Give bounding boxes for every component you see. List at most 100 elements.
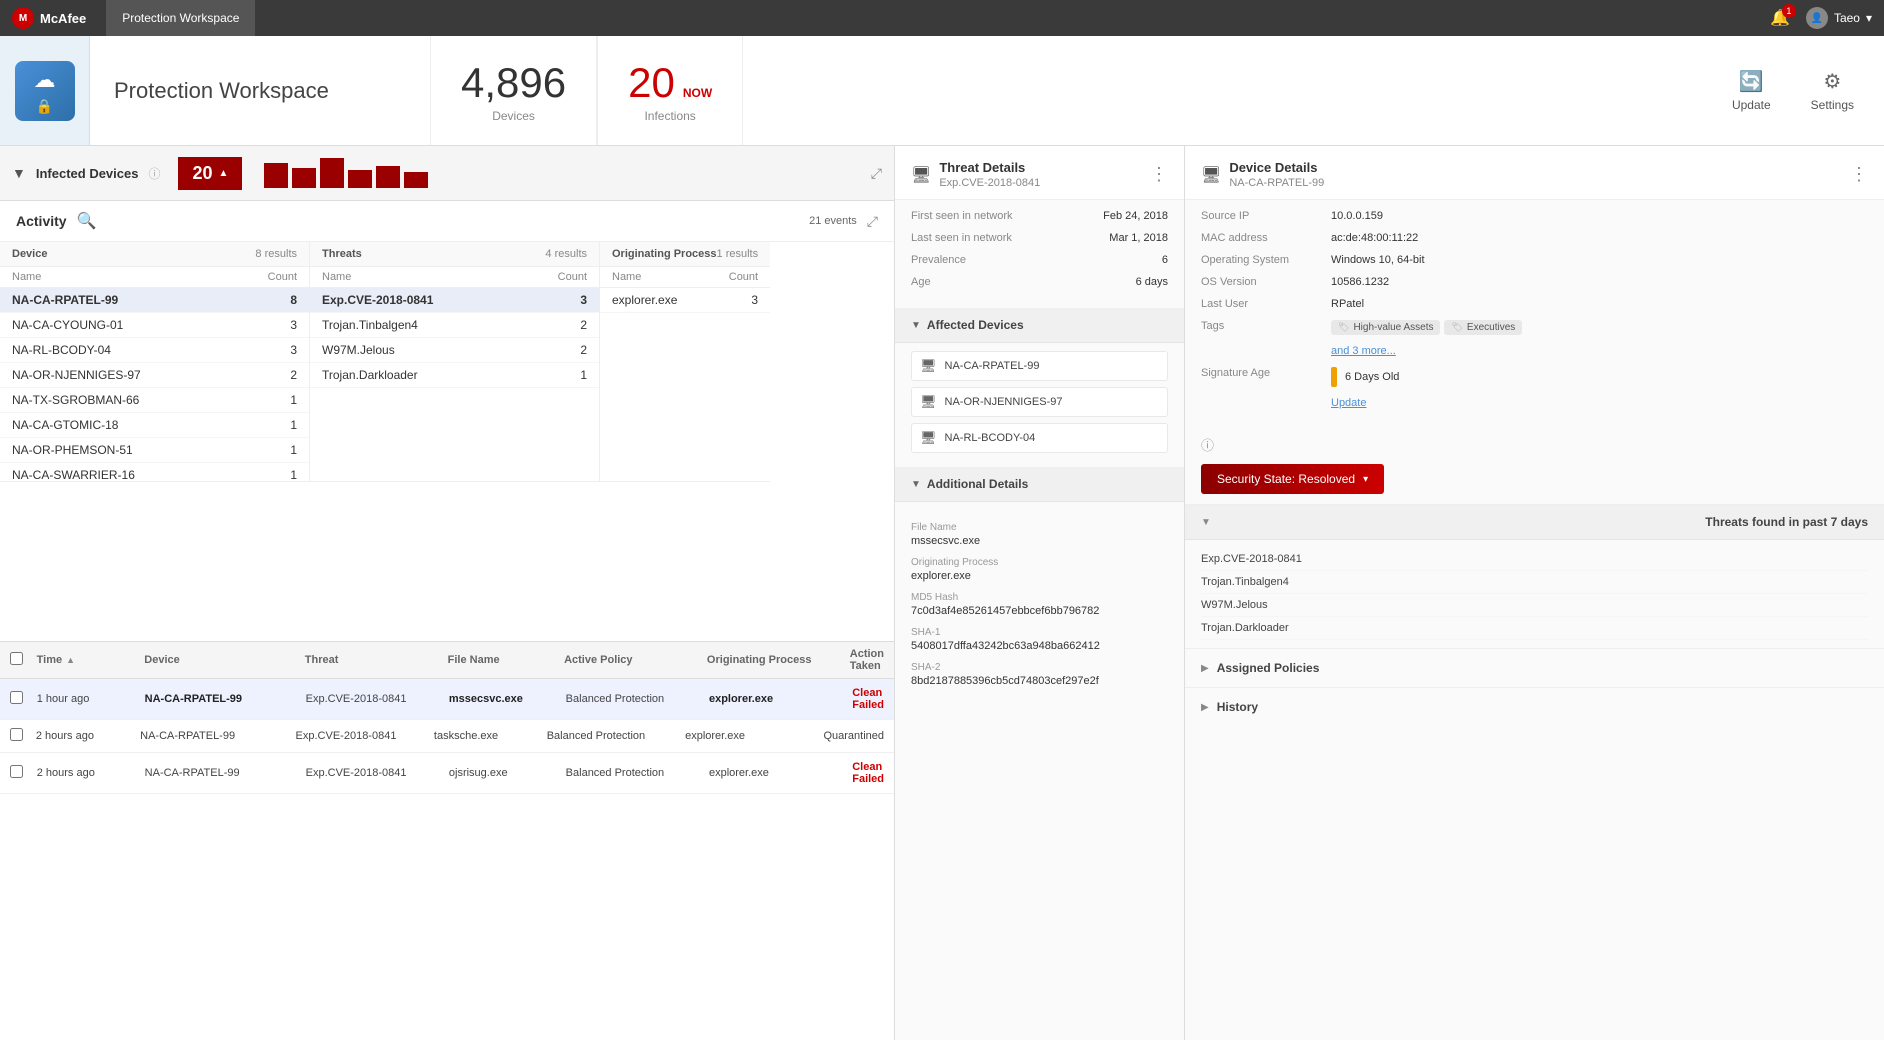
sig-age-row: Signature Age 6 Days Old bbox=[1201, 367, 1868, 387]
info-row: ⓘ bbox=[1185, 429, 1884, 460]
device-row[interactable]: NA-CA-RPATEL-99 8 bbox=[0, 288, 309, 313]
md5-val: 7c0d3af4e85261457ebbcef6bb796782 bbox=[911, 605, 1168, 617]
log-row-checkbox[interactable] bbox=[10, 728, 34, 744]
threats-col-label: Threats bbox=[322, 248, 362, 260]
device-row[interactable]: NA-CA-GTOMIC-18 1 bbox=[0, 413, 309, 438]
affected-device-item[interactable]: 🖥 NA-RL-BCODY-04 bbox=[911, 423, 1168, 453]
info-icon: ⓘ bbox=[1201, 435, 1214, 454]
device-count: 1 bbox=[247, 443, 297, 457]
prevalence-key: Prevalence bbox=[911, 254, 1041, 266]
sha1-val: 5408017dffa43242bc63a948ba662412 bbox=[911, 640, 1168, 652]
threat-panel-menu-icon[interactable]: ⋮ bbox=[1150, 164, 1168, 185]
threat-row[interactable]: Exp.CVE-2018-0841 3 bbox=[310, 288, 599, 313]
device-name: NA-OR-NJENNIGES-97 bbox=[12, 368, 247, 382]
sig-age-text: 6 Days Old bbox=[1345, 371, 1399, 383]
device-count-header: Count bbox=[247, 271, 297, 283]
settings-action[interactable]: ⚙ Settings bbox=[1811, 69, 1854, 112]
log-cell-time: 1 hour ago bbox=[37, 693, 143, 705]
sig-update-link[interactable]: Update bbox=[1331, 397, 1366, 409]
process-row[interactable]: explorer.exe 3 bbox=[600, 288, 770, 313]
nav-tab-protection-workspace[interactable]: Protection Workspace bbox=[106, 0, 255, 36]
threats-found-toggle-icon: ▼ bbox=[1201, 517, 1211, 528]
log-row-checkbox[interactable] bbox=[10, 765, 35, 781]
sig-age-indicator bbox=[1331, 367, 1337, 387]
affected-device-item[interactable]: 🖥 NA-OR-NJENNIGES-97 bbox=[911, 387, 1168, 417]
expand-icon[interactable]: ⤢ bbox=[871, 165, 882, 182]
log-cell-action: Clean Failed bbox=[852, 761, 884, 785]
md5-key: MD5 Hash bbox=[911, 592, 1168, 603]
device-details-panel: 🖥 Device Details NA-CA-RPATEL-99 ⋮ Sourc… bbox=[1185, 146, 1884, 1040]
infections-now: NOW bbox=[683, 86, 712, 100]
infected-count-box: 20 ▲ bbox=[178, 157, 242, 190]
device-row[interactable]: NA-CA-SWARRIER-16 1 bbox=[0, 463, 309, 482]
device-col-count: 8 results bbox=[255, 248, 297, 260]
header-logo-area bbox=[0, 36, 90, 145]
log-row-checkbox[interactable] bbox=[10, 691, 35, 707]
user-menu[interactable]: 👤 Taeo ▾ bbox=[1806, 7, 1872, 29]
update-action[interactable]: 🔄 Update bbox=[1732, 69, 1771, 112]
devices-stat: 4,896 Devices bbox=[430, 36, 597, 145]
affected-device-name: NA-CA-RPATEL-99 bbox=[945, 360, 1040, 372]
file-name-key: File Name bbox=[911, 522, 1168, 533]
log-file-header: File Name bbox=[448, 654, 562, 666]
log-time-header[interactable]: Time ▲ bbox=[37, 654, 143, 666]
affected-device-item[interactable]: 🖥 NA-CA-RPATEL-99 bbox=[911, 351, 1168, 381]
threats-col-count: 4 results bbox=[545, 248, 587, 260]
threats-found-section: ▼ Threats found in past 7 days Exp.CVE-2… bbox=[1185, 504, 1884, 648]
log-cell-process: explorer.exe bbox=[685, 730, 821, 742]
assigned-policies-header[interactable]: ▶ Assigned Policies bbox=[1185, 649, 1884, 687]
infected-bar-toggle[interactable]: ▼ bbox=[12, 165, 26, 181]
process-rows: explorer.exe 3 bbox=[600, 288, 770, 313]
device-row[interactable]: NA-OR-NJENNIGES-97 2 bbox=[0, 363, 309, 388]
activity-search-icon[interactable]: 🔍 bbox=[77, 211, 97, 231]
threat-row[interactable]: W97M.Jelous 2 bbox=[310, 338, 599, 363]
log-rows: 1 hour ago NA-CA-RPATEL-99 Exp.CVE-2018-… bbox=[0, 679, 894, 1040]
log-cell-policy: Balanced Protection bbox=[566, 767, 707, 779]
spark-bar-2 bbox=[292, 168, 316, 188]
affected-device-name: NA-OR-NJENNIGES-97 bbox=[945, 396, 1063, 408]
and-more-link[interactable]: and 3 more... bbox=[1331, 345, 1396, 357]
monitor-icon: 🖥 bbox=[920, 394, 937, 410]
log-checkbox-header[interactable] bbox=[10, 652, 35, 668]
history-toggle-icon: ▶ bbox=[1201, 702, 1209, 713]
device-col-header: Device 8 results bbox=[0, 242, 309, 267]
threat-row[interactable]: Trojan.Tinbalgen4 2 bbox=[310, 313, 599, 338]
main-layout: ▼ Infected Devices ⓘ 20 ▲ ⤢ Activity 🔍 2… bbox=[0, 146, 1884, 1040]
notification-icon[interactable]: 🔔 1 bbox=[1770, 8, 1790, 28]
threats-name-header: Name bbox=[322, 271, 537, 283]
threats-found-header[interactable]: ▼ Threats found in past 7 days bbox=[1185, 505, 1884, 540]
settings-label: Settings bbox=[1811, 98, 1854, 112]
activity-events-count: 21 events bbox=[809, 215, 857, 227]
device-panel-menu-icon[interactable]: ⋮ bbox=[1850, 164, 1868, 185]
device-row[interactable]: NA-RL-BCODY-04 3 bbox=[0, 338, 309, 363]
log-row[interactable]: 2 hours ago NA-CA-RPATEL-99 Exp.CVE-2018… bbox=[0, 753, 894, 794]
user-avatar: 👤 bbox=[1806, 7, 1828, 29]
age-row: Age 6 days bbox=[911, 276, 1168, 288]
infected-bar-info-icon[interactable]: ⓘ bbox=[148, 165, 160, 182]
log-process-header: Originating Process bbox=[707, 654, 848, 666]
select-all-checkbox[interactable] bbox=[10, 652, 23, 665]
threat-row[interactable]: Trojan.Darkloader 1 bbox=[310, 363, 599, 388]
log-row[interactable]: 1 hour ago NA-CA-RPATEL-99 Exp.CVE-2018-… bbox=[0, 679, 894, 720]
process-name: explorer.exe bbox=[612, 293, 708, 307]
sig-age-key: Signature Age bbox=[1201, 367, 1331, 379]
device-row[interactable]: NA-CA-CYOUNG-01 3 bbox=[0, 313, 309, 338]
assigned-policies-section: ▶ Assigned Policies bbox=[1185, 648, 1884, 687]
prevalence-val: 6 bbox=[1041, 254, 1168, 266]
age-key: Age bbox=[911, 276, 1041, 288]
log-row[interactable]: 2 hours ago NA-CA-RPATEL-99 Exp.CVE-2018… bbox=[0, 720, 894, 753]
security-state-button[interactable]: Security State: Resoloved ▾ bbox=[1201, 464, 1384, 494]
device-detail-rows: Source IP 10.0.0.159 MAC address ac:de:4… bbox=[1185, 200, 1884, 429]
activity-expand-button[interactable]: ⤢ bbox=[867, 213, 878, 230]
additional-details-section[interactable]: ▼ Additional Details bbox=[895, 467, 1184, 502]
tag-label: Executives bbox=[1467, 322, 1515, 333]
device-count: 1 bbox=[247, 393, 297, 407]
device-row[interactable]: NA-OR-PHEMSON-51 1 bbox=[0, 438, 309, 463]
affected-devices-section[interactable]: ▼ Affected Devices bbox=[895, 308, 1184, 343]
sha1-key: SHA-1 bbox=[911, 627, 1168, 638]
device-count: 2 bbox=[247, 368, 297, 382]
device-row[interactable]: NA-TX-SGROBMAN-66 1 bbox=[0, 388, 309, 413]
device-count: 1 bbox=[247, 468, 297, 482]
device-count: 3 bbox=[247, 343, 297, 357]
history-header[interactable]: ▶ History bbox=[1185, 688, 1884, 726]
